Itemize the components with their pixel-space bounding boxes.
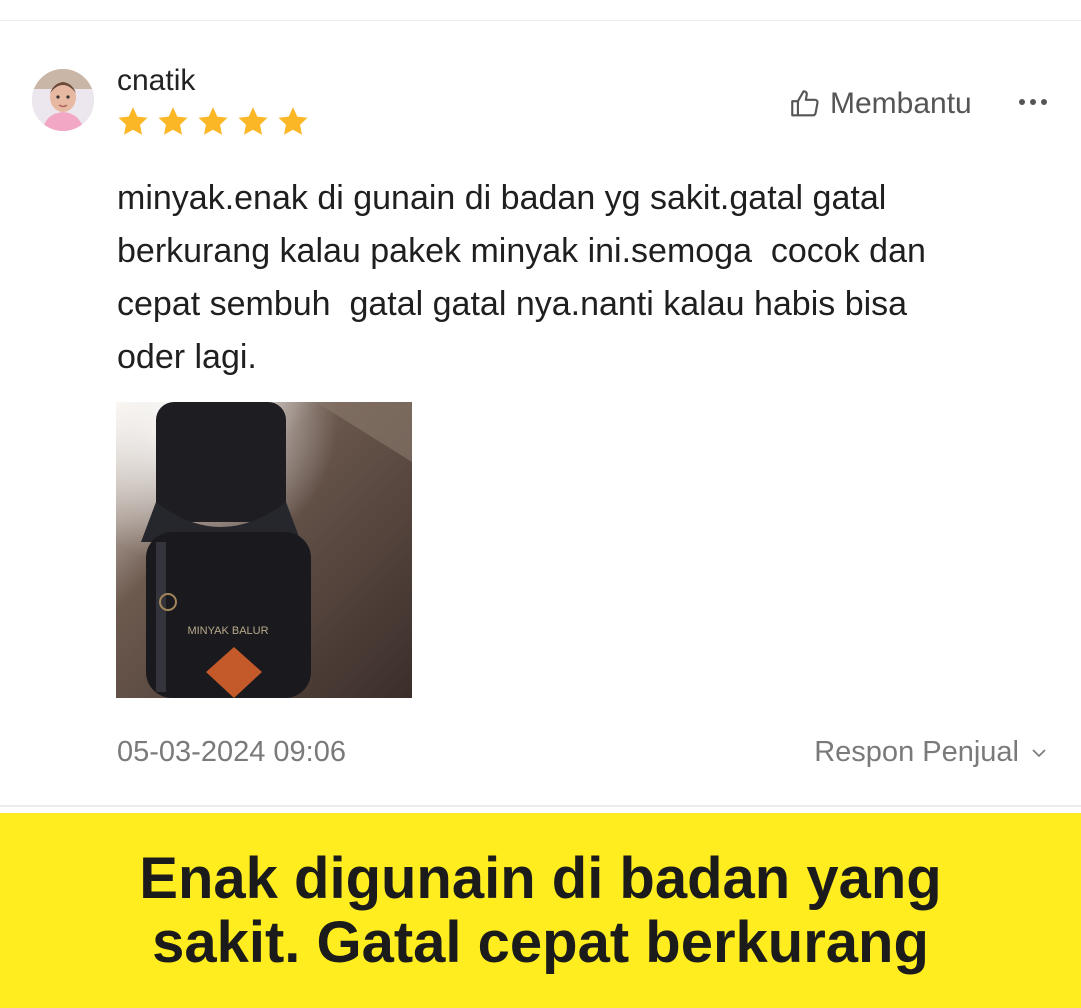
reviewer-username: cnatik (117, 64, 196, 97)
more-options-button[interactable] (1013, 82, 1053, 122)
star-icon (155, 104, 191, 140)
more-dot (1030, 99, 1036, 105)
rating-stars (115, 104, 311, 140)
thumbs-up-icon (788, 87, 822, 121)
helpful-button[interactable]: Membantu (788, 84, 972, 124)
top-divider (0, 20, 1081, 21)
bottom-divider (0, 805, 1081, 807)
review-text: minyak.enak di gunain di badan yg sakit.… (117, 179, 926, 376)
chevron-down-icon (1029, 743, 1049, 763)
more-horizontal-icon (1019, 99, 1025, 105)
star-icon (275, 104, 311, 140)
caption-banner: Enak digunain di badan yang sakit. Gatal… (0, 813, 1081, 1008)
review-date: 05-03-2024 09:06 (117, 736, 346, 768)
review-photo[interactable]: MINYAK BALUR (116, 402, 412, 698)
star-icon (195, 104, 231, 140)
caption-text: Enak digunain di badan yang sakit. Gatal… (139, 845, 942, 975)
user-avatar[interactable] (32, 69, 94, 131)
star-icon (235, 104, 271, 140)
seller-response-label: Respon Penjual (814, 736, 1019, 768)
product-bottle-image: MINYAK BALUR (116, 402, 412, 698)
bottle-label-text: MINYAK BALUR (187, 625, 268, 637)
helpful-label: Membantu (830, 87, 972, 120)
more-dot (1041, 99, 1047, 105)
star-icon (115, 104, 151, 140)
avatar-image (32, 69, 94, 131)
seller-response-toggle[interactable]: Respon Penjual (814, 736, 1049, 769)
